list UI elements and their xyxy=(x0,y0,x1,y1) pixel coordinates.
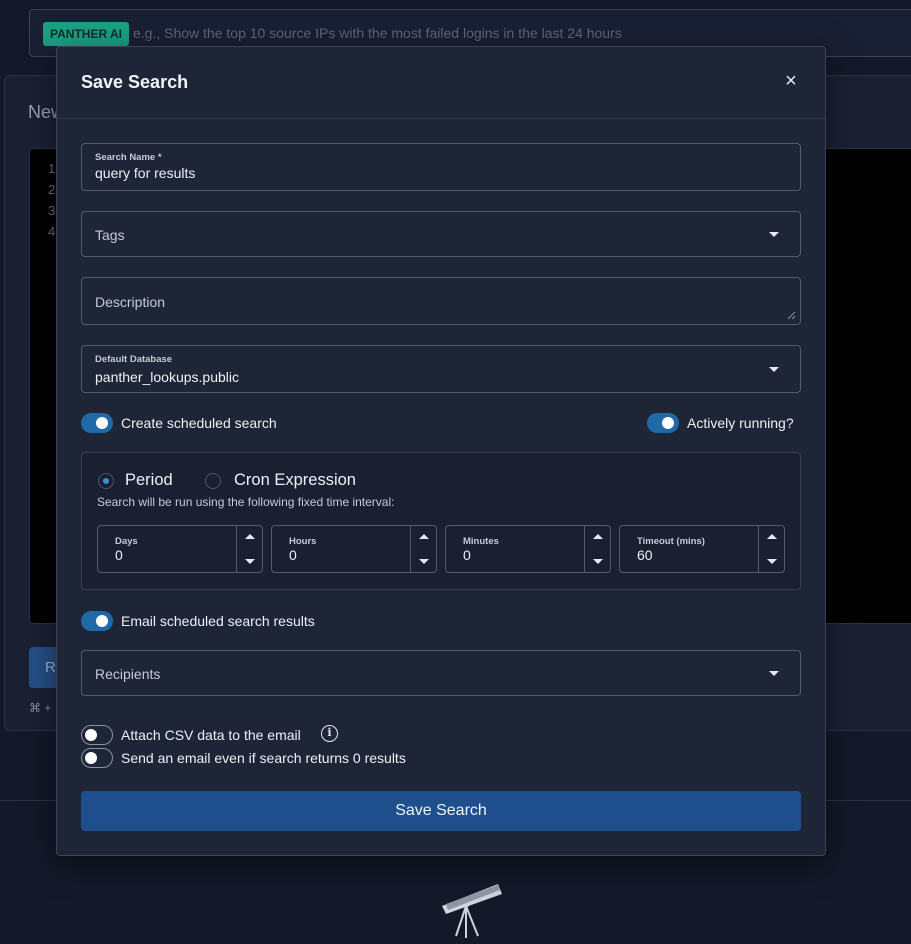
chevron-down-icon xyxy=(769,367,779,372)
send-empty-label: Send an email even if search returns 0 r… xyxy=(121,750,406,766)
decrement-icon[interactable] xyxy=(237,549,262,572)
search-name-label: Search Name * xyxy=(95,152,162,163)
minutes-label: Minutes xyxy=(463,536,499,547)
days-stepper xyxy=(236,526,262,572)
save-search-button[interactable]: Save Search xyxy=(81,791,801,831)
modal-header: Save Search × xyxy=(57,47,825,119)
line-number: 3 xyxy=(48,203,56,218)
minutes-stepper xyxy=(584,526,610,572)
hours-stepper xyxy=(410,526,436,572)
keyboard-shortcut-hint: ⌘ + xyxy=(29,701,52,715)
telescope-icon xyxy=(442,884,502,938)
chevron-down-icon xyxy=(769,671,779,676)
timeout-label: Timeout (mins) xyxy=(637,536,705,547)
search-name-field[interactable]: Search Name * query for results xyxy=(81,143,801,191)
days-value: 0 xyxy=(115,547,123,563)
decrement-icon[interactable] xyxy=(585,549,610,572)
schedule-settings: Period Cron Expression Search will be ru… xyxy=(81,452,801,590)
panther-ai-badge: PANTHER AI xyxy=(43,22,129,46)
save-search-modal: Save Search × Search Name * query for re… xyxy=(56,46,826,856)
minutes-input[interactable]: Minutes 0 xyxy=(445,525,611,573)
period-label: Period xyxy=(125,471,173,489)
close-icon[interactable]: × xyxy=(781,69,801,93)
hours-input[interactable]: Hours 0 xyxy=(271,525,437,573)
hours-label: Hours xyxy=(289,536,317,547)
days-label: Days xyxy=(115,536,138,547)
recipients-label: Recipients xyxy=(95,666,161,682)
info-icon[interactable]: i xyxy=(321,725,338,742)
ai-query-placeholder: e.g., Show the top 10 source IPs with th… xyxy=(133,25,622,41)
actively-running-label: Actively running? xyxy=(687,415,794,431)
minutes-value: 0 xyxy=(463,547,471,563)
cron-expression-radio[interactable] xyxy=(205,473,221,489)
period-radio[interactable] xyxy=(98,473,114,489)
timeout-stepper xyxy=(758,526,784,572)
attach-csv-label: Attach CSV data to the email xyxy=(121,727,301,743)
cron-expression-label: Cron Expression xyxy=(234,471,356,489)
timeout-input[interactable]: Timeout (mins) 60 xyxy=(619,525,785,573)
default-database-value: panther_lookups.public xyxy=(95,369,239,385)
increment-icon[interactable] xyxy=(237,526,262,549)
description-placeholder: Description xyxy=(95,294,166,310)
email-results-label: Email scheduled search results xyxy=(121,613,315,629)
resize-handle-icon[interactable] xyxy=(786,310,796,320)
tags-select[interactable]: Tags xyxy=(81,211,801,257)
recipients-select[interactable]: Recipients xyxy=(81,650,801,696)
increment-icon[interactable] xyxy=(411,526,436,549)
modal-title: Save Search xyxy=(81,72,189,92)
create-scheduled-toggle[interactable] xyxy=(81,413,113,433)
attach-csv-toggle[interactable] xyxy=(81,725,113,745)
create-scheduled-label: Create scheduled search xyxy=(121,415,277,431)
chevron-down-icon xyxy=(769,232,779,237)
tags-label: Tags xyxy=(95,227,125,243)
search-name-value: query for results xyxy=(95,165,196,181)
days-input[interactable]: Days 0 xyxy=(97,525,263,573)
schedule-hint: Search will be run using the following f… xyxy=(97,495,395,509)
send-empty-toggle[interactable] xyxy=(81,748,113,768)
email-results-toggle[interactable] xyxy=(81,611,113,631)
default-database-label: Default Database xyxy=(95,354,173,365)
decrement-icon[interactable] xyxy=(759,549,784,572)
line-number: 4 xyxy=(48,224,56,239)
decrement-icon[interactable] xyxy=(411,549,436,572)
hours-value: 0 xyxy=(289,547,297,563)
timeout-value: 60 xyxy=(637,547,653,563)
line-number: 2 xyxy=(48,182,56,197)
description-textarea[interactable]: Description xyxy=(81,277,801,325)
default-database-select[interactable]: Default Database panther_lookups.public xyxy=(81,345,801,393)
line-number: 1 xyxy=(48,161,56,176)
actively-running-toggle[interactable] xyxy=(647,413,679,433)
increment-icon[interactable] xyxy=(759,526,784,549)
increment-icon[interactable] xyxy=(585,526,610,549)
